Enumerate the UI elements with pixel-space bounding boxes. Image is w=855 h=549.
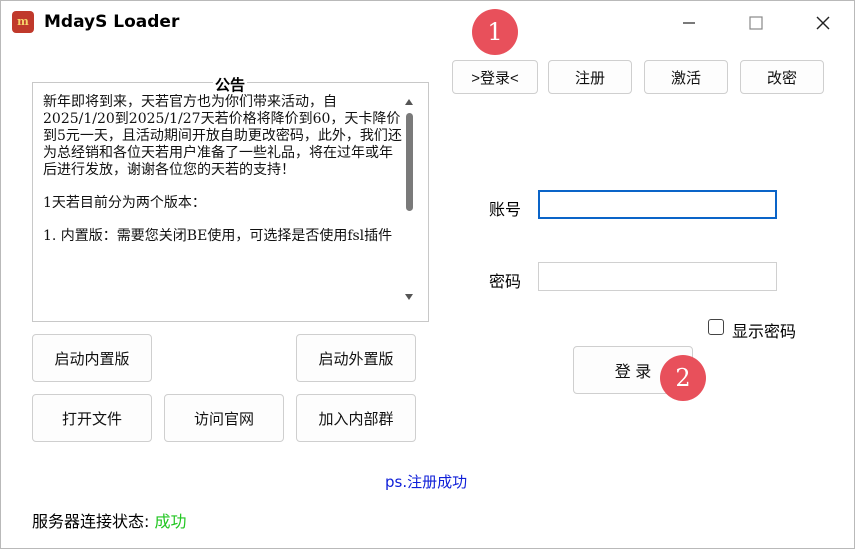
open-file-button[interactable]: 打开文件 (32, 394, 152, 442)
notice-paragraph: 1. 内置版：需要您关闭BE使用，可选择是否使用fsl插件 (43, 228, 393, 244)
password-input[interactable] (538, 262, 777, 291)
minimize-icon[interactable] (669, 7, 709, 37)
close-icon[interactable] (803, 7, 843, 37)
title-bar[interactable]: m MdayS Loader (1, 1, 854, 45)
notice-paragraph: 1天若目前分为两个版本： (43, 195, 206, 211)
scrollbar-thumb[interactable] (406, 113, 413, 211)
login-tab-button[interactable]: >登录< (452, 60, 538, 94)
ps-message: ps.注册成功 (385, 473, 468, 491)
join-group-button[interactable]: 加入内部群 (296, 394, 416, 442)
notice-text[interactable]: 新年即将到来，天若官方也为你们带来活动，自2025/1/20到2025/1/27… (43, 94, 403, 308)
app-logo-icon: m (12, 11, 34, 33)
notice-title: 公告 (213, 74, 248, 95)
password-label: 密码 (489, 272, 522, 291)
annotation-badge-2: 2 (660, 355, 706, 401)
start-external-button[interactable]: 启动外置版 (296, 334, 416, 382)
scroll-up-arrow-icon[interactable] (405, 99, 413, 105)
activate-button[interactable]: 激活 (644, 60, 728, 94)
server-status-value: 成功 (154, 512, 187, 531)
show-password-label[interactable]: 显示密码 (732, 318, 796, 342)
notice-paragraph: 新年即将到来，天若官方也为你们带来活动，自2025/1/20到2025/1/27… (43, 94, 402, 178)
show-password-checkbox[interactable] (708, 319, 724, 335)
annotation-badge-1: 1 (472, 9, 518, 55)
scroll-down-arrow-icon[interactable] (405, 294, 413, 300)
register-button[interactable]: 注册 (548, 60, 632, 94)
change-password-button[interactable]: 改密 (740, 60, 824, 94)
start-internal-button[interactable]: 启动内置版 (32, 334, 152, 382)
maximize-icon[interactable] (736, 7, 776, 37)
server-status: 服务器连接状态: 成功 (32, 508, 187, 532)
account-input[interactable] (538, 190, 777, 219)
visit-site-button[interactable]: 访问官网 (164, 394, 284, 442)
account-label: 账号 (489, 200, 522, 219)
server-status-label: 服务器连接状态: (32, 512, 150, 531)
window-title: MdayS Loader (44, 12, 180, 32)
